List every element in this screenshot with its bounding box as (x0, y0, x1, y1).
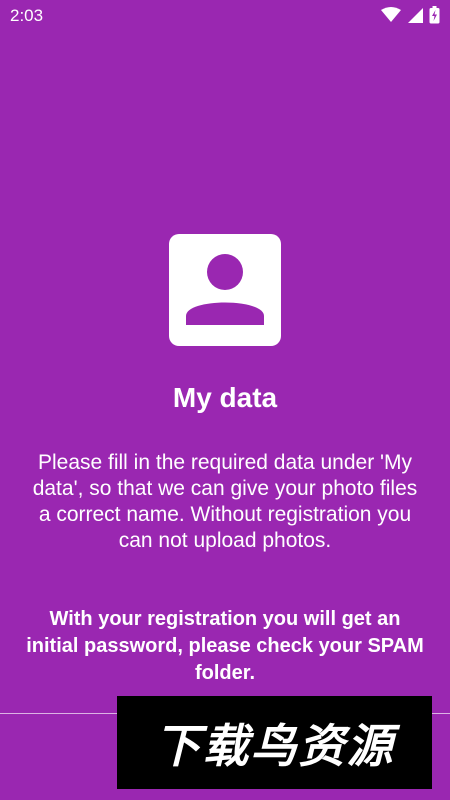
description-text: Please fill in the required data under '… (32, 451, 418, 552)
profile-card (169, 234, 281, 346)
battery-icon (429, 6, 440, 24)
status-bar: 2:03 (0, 0, 450, 32)
wifi-icon (381, 7, 401, 23)
spam-notice-text: With your registration you will get an i… (26, 608, 424, 684)
page-title: My data (172, 382, 278, 413)
watermark-text: 下载鸟资源 (154, 719, 395, 772)
watermark-banner: 下载鸟资源 (117, 696, 432, 789)
status-time: 2:03 (10, 6, 44, 25)
signal-icon (407, 7, 423, 23)
status-icons (381, 6, 440, 24)
person-icon (186, 254, 264, 325)
